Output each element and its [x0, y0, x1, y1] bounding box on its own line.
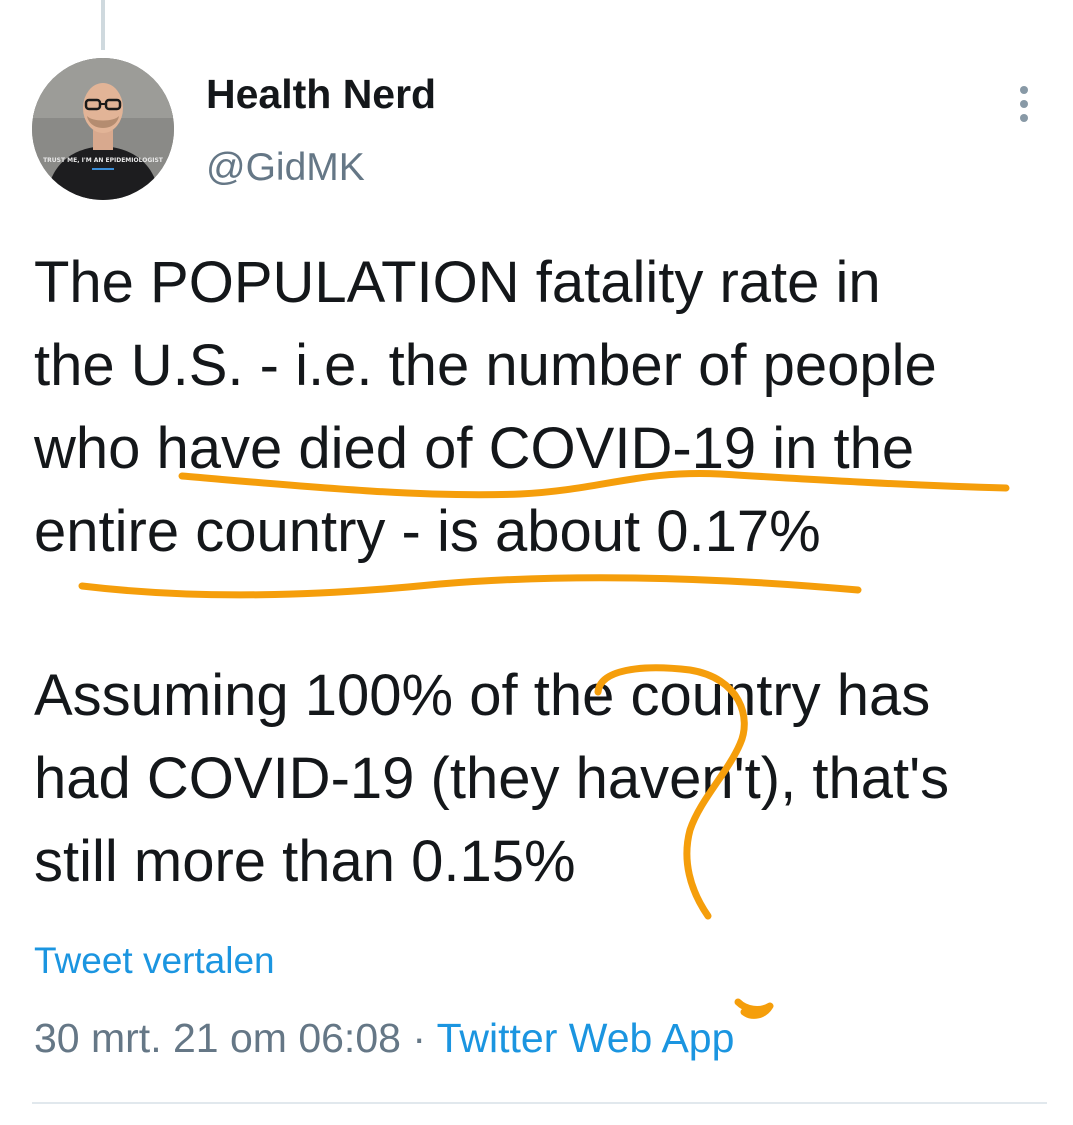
avatar-photo: TRUST ME, I'M AN EPIDEMIOLOGIST — [32, 58, 174, 200]
tweet-timestamp[interactable]: 30 mrt. 21 om 06:08 — [34, 1015, 401, 1061]
tweet-line: the U.S. - i.e. the number of people — [34, 333, 937, 398]
tweet-paragraph-2: Assuming 100% of the country has had COV… — [34, 654, 949, 903]
avatar[interactable]: TRUST ME, I'M AN EPIDEMIOLOGIST — [32, 58, 174, 200]
underline-stroke-2 — [78, 574, 862, 599]
divider — [32, 1102, 1047, 1104]
author-name[interactable]: Health Nerd — [206, 74, 436, 115]
tweet-line: still more than 0.15% — [34, 829, 576, 894]
avatar-shirt-text: TRUST ME, I'M AN EPIDEMIOLOGIST — [43, 157, 164, 164]
tweet-paragraph-1: The POPULATION fatality rate in the U.S.… — [34, 241, 937, 573]
question-mark-dot — [734, 998, 774, 1019]
tweet-line: Assuming 100% of the country has — [34, 663, 931, 728]
tweet-line: The POPULATION fatality rate in — [34, 250, 881, 315]
translate-tweet-link[interactable]: Tweet vertalen — [34, 940, 275, 982]
more-options-button[interactable] — [1004, 80, 1044, 128]
author-handle[interactable]: @GidMK — [206, 148, 365, 187]
tweet-line: who have died of COVID-19 in the — [34, 416, 915, 481]
meta-separator: · — [412, 1015, 426, 1061]
tweet-line: had COVID-19 (they haven't), that's — [34, 746, 950, 811]
thread-connector-line — [101, 0, 105, 50]
tweet-line: entire country - is about 0.17% — [34, 499, 821, 564]
tweet-meta: 30 mrt. 21 om 06:08 · Twitter Web App — [34, 1015, 734, 1062]
tweet-source-link[interactable]: Twitter Web App — [437, 1015, 735, 1061]
